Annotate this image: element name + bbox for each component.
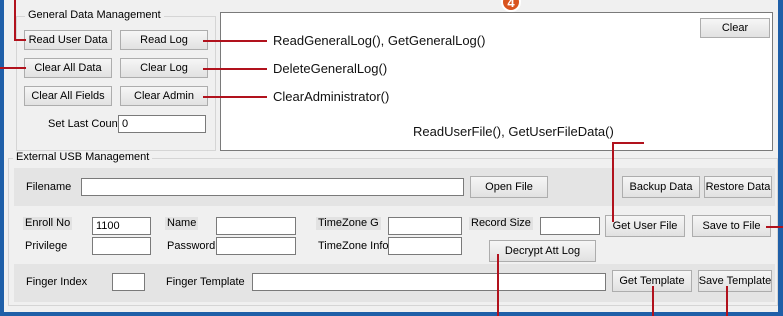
password-label: Password bbox=[167, 240, 216, 252]
annotation-line-save-template bbox=[726, 286, 728, 316]
annotation-line-get-user-file-h bbox=[612, 142, 644, 144]
timezone-info-label: TimeZone Info bbox=[318, 240, 389, 252]
enroll-no-input[interactable]: 1100 bbox=[92, 217, 151, 235]
badge-number: 4 bbox=[507, 0, 515, 10]
clear-log-button[interactable]: Clear Log bbox=[120, 58, 208, 78]
annotation-clear-admin: ClearAdministrator() bbox=[273, 89, 390, 104]
annotation-line-top-v bbox=[14, 0, 16, 40]
general-data-title: General Data Management bbox=[25, 9, 164, 22]
timezone-info-input[interactable] bbox=[388, 237, 462, 255]
read-log-button[interactable]: Read Log bbox=[120, 30, 208, 50]
get-user-file-button[interactable]: Get User File bbox=[605, 215, 685, 237]
save-to-file-button[interactable]: Save to File bbox=[692, 215, 771, 237]
backup-data-button[interactable]: Backup Data bbox=[622, 176, 700, 198]
annotation-line-top-h bbox=[14, 39, 26, 41]
annotation-line-save-to-file bbox=[766, 226, 783, 228]
annotation-line-clear-log bbox=[203, 68, 267, 70]
finger-template-label: Finger Template bbox=[166, 276, 245, 288]
annotation-get-user-file: ReadUserFile(), GetUserFileData() bbox=[413, 124, 614, 139]
annotation-line-read-log bbox=[203, 40, 267, 42]
save-template-button[interactable]: Save Template bbox=[698, 270, 772, 292]
clear-all-data-button[interactable]: Clear All Data bbox=[24, 58, 112, 78]
record-size-input[interactable] bbox=[540, 217, 600, 235]
timezone-g-input[interactable] bbox=[388, 217, 462, 235]
usb-title: External USB Management bbox=[13, 151, 153, 164]
clear-admin-button[interactable]: Clear Admin bbox=[120, 86, 208, 106]
record-size-label: Record Size bbox=[469, 217, 533, 230]
window-left-edge bbox=[0, 0, 4, 316]
annotation-read-log: ReadGeneralLog(), GetGeneralLog() bbox=[273, 33, 486, 48]
timezone-g-label: TimeZone G bbox=[316, 217, 381, 230]
annotation-clear-log: DeleteGeneralLog() bbox=[273, 61, 388, 76]
filename-label: Filename bbox=[26, 181, 72, 193]
finger-index-input[interactable] bbox=[112, 273, 145, 291]
restore-data-button[interactable]: Restore Data bbox=[704, 176, 772, 198]
privilege-label: Privilege bbox=[25, 240, 68, 252]
annotation-line-get-template bbox=[652, 286, 654, 316]
filename-input[interactable] bbox=[81, 178, 464, 196]
read-user-data-button[interactable]: Read User Data bbox=[24, 30, 112, 50]
annotation-line-clear-admin bbox=[203, 96, 267, 98]
decrypt-att-log-button[interactable]: Decrypt Att Log bbox=[489, 240, 596, 262]
enroll-no-label: Enroll No bbox=[23, 217, 73, 230]
password-input[interactable] bbox=[216, 237, 296, 255]
finger-template-input[interactable] bbox=[252, 273, 606, 291]
clear-all-fields-button[interactable]: Clear All Fields bbox=[24, 86, 112, 106]
annotation-line-get-user-file-v bbox=[612, 142, 614, 222]
annotation-line-decrypt bbox=[497, 254, 499, 316]
step-badge: 4 bbox=[501, 0, 521, 12]
window-right-edge bbox=[778, 0, 783, 316]
window-bottom-edge bbox=[0, 312, 783, 316]
finger-index-label: Finger Index bbox=[26, 276, 88, 288]
set-last-count-input[interactable]: 0 bbox=[118, 115, 206, 133]
set-last-count-label: Set Last Count bbox=[48, 118, 121, 130]
annotation-line-clear-h bbox=[0, 67, 26, 69]
name-label: Name bbox=[165, 217, 199, 230]
clear-button[interactable]: Clear bbox=[700, 18, 770, 38]
name-input[interactable] bbox=[216, 217, 296, 235]
open-file-button[interactable]: Open File bbox=[470, 176, 548, 198]
privilege-input[interactable] bbox=[92, 237, 151, 255]
